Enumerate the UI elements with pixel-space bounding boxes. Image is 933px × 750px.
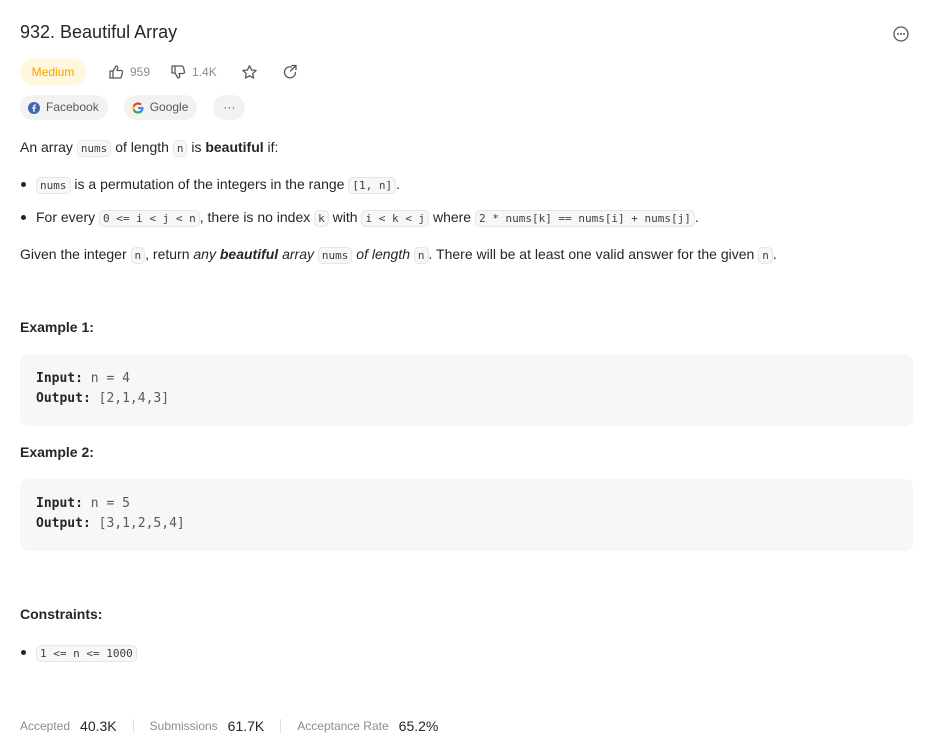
acceptance-rate-value: 65.2% <box>398 718 439 734</box>
inline-code: k <box>314 210 329 227</box>
text: . <box>694 209 699 225</box>
text: , return <box>145 246 194 262</box>
italic-text: of length <box>356 246 410 262</box>
like-button[interactable]: 959 <box>108 64 150 80</box>
inline-code: nums <box>36 177 71 194</box>
bold-italic-text: beautiful <box>219 246 279 262</box>
tag-google[interactable]: Google <box>123 95 198 120</box>
example-box: Input: n = 4 Output: [2,1,4,3] <box>20 354 913 426</box>
text: with <box>328 209 362 225</box>
accepted-value: 40.3K <box>80 718 117 734</box>
inline-code: n <box>172 140 188 157</box>
inline-code: i < k < j <box>361 210 430 227</box>
google-icon <box>132 101 144 114</box>
output-label: Output: <box>36 516 91 531</box>
text: if: <box>263 139 279 155</box>
dislike-count: 1.4K <box>192 65 217 79</box>
company-tags: Facebook Google ··· <box>20 95 246 120</box>
tag-facebook[interactable]: Facebook <box>20 95 108 120</box>
example-output: Output: [2,1,4,3] <box>36 391 169 406</box>
acceptance-rate-label: Acceptance Rate <box>297 719 389 733</box>
italic-text: any <box>193 246 220 262</box>
input-label: Input: <box>36 371 83 386</box>
text: . <box>396 176 400 192</box>
more-circle-icon[interactable] <box>893 26 909 42</box>
input-value: n = 5 <box>82 496 130 511</box>
italic-text: array <box>278 246 314 262</box>
bold-text: beautiful <box>205 139 264 155</box>
like-count: 959 <box>130 65 151 79</box>
text: , there is no index <box>199 209 315 225</box>
meta-row: Medium 959 1.4K <box>20 59 298 85</box>
inline-code: 0 <= i < j < n <box>99 210 200 227</box>
example-box: Input: n = 5 Output: [3,1,2,5,4] <box>20 479 913 551</box>
inline-code: 1 <= n <= 1000 <box>36 645 137 662</box>
list-item: 1 <= n <= 1000 <box>20 642 137 662</box>
problem-title: 932. Beautiful Array <box>20 22 178 42</box>
tag-label: Facebook <box>46 100 99 114</box>
inline-code: nums <box>317 247 353 264</box>
text: . <box>772 246 777 262</box>
inline-code: [1, n] <box>348 177 397 194</box>
inline-code: n <box>758 247 773 264</box>
description-paragraph: An array nums of length n is beautiful i… <box>20 137 278 159</box>
inline-code: 2 * nums[k] == nums[i] + nums[j] <box>474 210 695 227</box>
text: of length <box>111 139 173 155</box>
tag-label: Google <box>149 100 189 114</box>
share-icon <box>283 64 297 79</box>
thumbs-up-icon <box>109 65 124 79</box>
submissions-value: 61.7K <box>227 718 265 734</box>
divider <box>132 719 134 733</box>
text: For every <box>36 209 100 225</box>
constraints-title: Constraints: <box>20 606 103 622</box>
output-label: Output: <box>36 391 91 406</box>
output-value: [2,1,4,3] <box>90 391 170 406</box>
list-item: nums is a permutation of the integers in… <box>20 174 699 194</box>
constraints-list: 1 <= n <= 1000 <box>20 642 137 662</box>
title-row: 932. Beautiful Array <box>20 20 913 48</box>
description-paragraph: Given the integer n, return any beautifu… <box>20 244 777 266</box>
share-button[interactable] <box>282 64 298 80</box>
list-item: For every 0 <= i < j < n, there is no in… <box>20 207 699 227</box>
input-label: Input: <box>36 496 83 511</box>
output-value: [3,1,2,5,4] <box>90 516 185 531</box>
text: is a permutation of the integers in the … <box>70 176 349 192</box>
example-input: Input: n = 4 <box>36 371 130 386</box>
stats-bar: Accepted 40.3K Submissions 61.7K Accepta… <box>20 716 438 736</box>
thumbs-down-icon <box>171 65 186 79</box>
inline-code: n <box>130 247 146 264</box>
divider <box>280 719 282 733</box>
example-output: Output: [3,1,2,5,4] <box>36 516 185 531</box>
facebook-icon <box>28 101 40 114</box>
inline-code: n <box>413 247 429 264</box>
star-icon <box>241 64 257 79</box>
example-title: Example 1: <box>20 319 94 335</box>
accepted-label: Accepted <box>20 719 71 733</box>
submissions-label: Submissions <box>149 719 218 733</box>
input-value: n = 4 <box>82 371 130 386</box>
text: Given the integer <box>20 246 131 262</box>
more-tags-button[interactable]: ··· <box>213 95 246 120</box>
example-input: Input: n = 5 <box>36 496 130 511</box>
text: is <box>187 139 206 155</box>
text: An array <box>20 139 77 155</box>
favorite-button[interactable] <box>241 64 258 81</box>
inline-code: nums <box>76 140 112 157</box>
dislike-button[interactable]: 1.4K <box>170 64 217 80</box>
text: where <box>429 209 475 225</box>
difficulty-badge: Medium <box>20 59 86 85</box>
condition-list: nums is a permutation of the integers in… <box>20 174 699 227</box>
ellipsis-icon: ··· <box>223 100 236 114</box>
text: . There will be at least one valid answe… <box>428 246 759 262</box>
example-title: Example 2: <box>20 444 94 460</box>
